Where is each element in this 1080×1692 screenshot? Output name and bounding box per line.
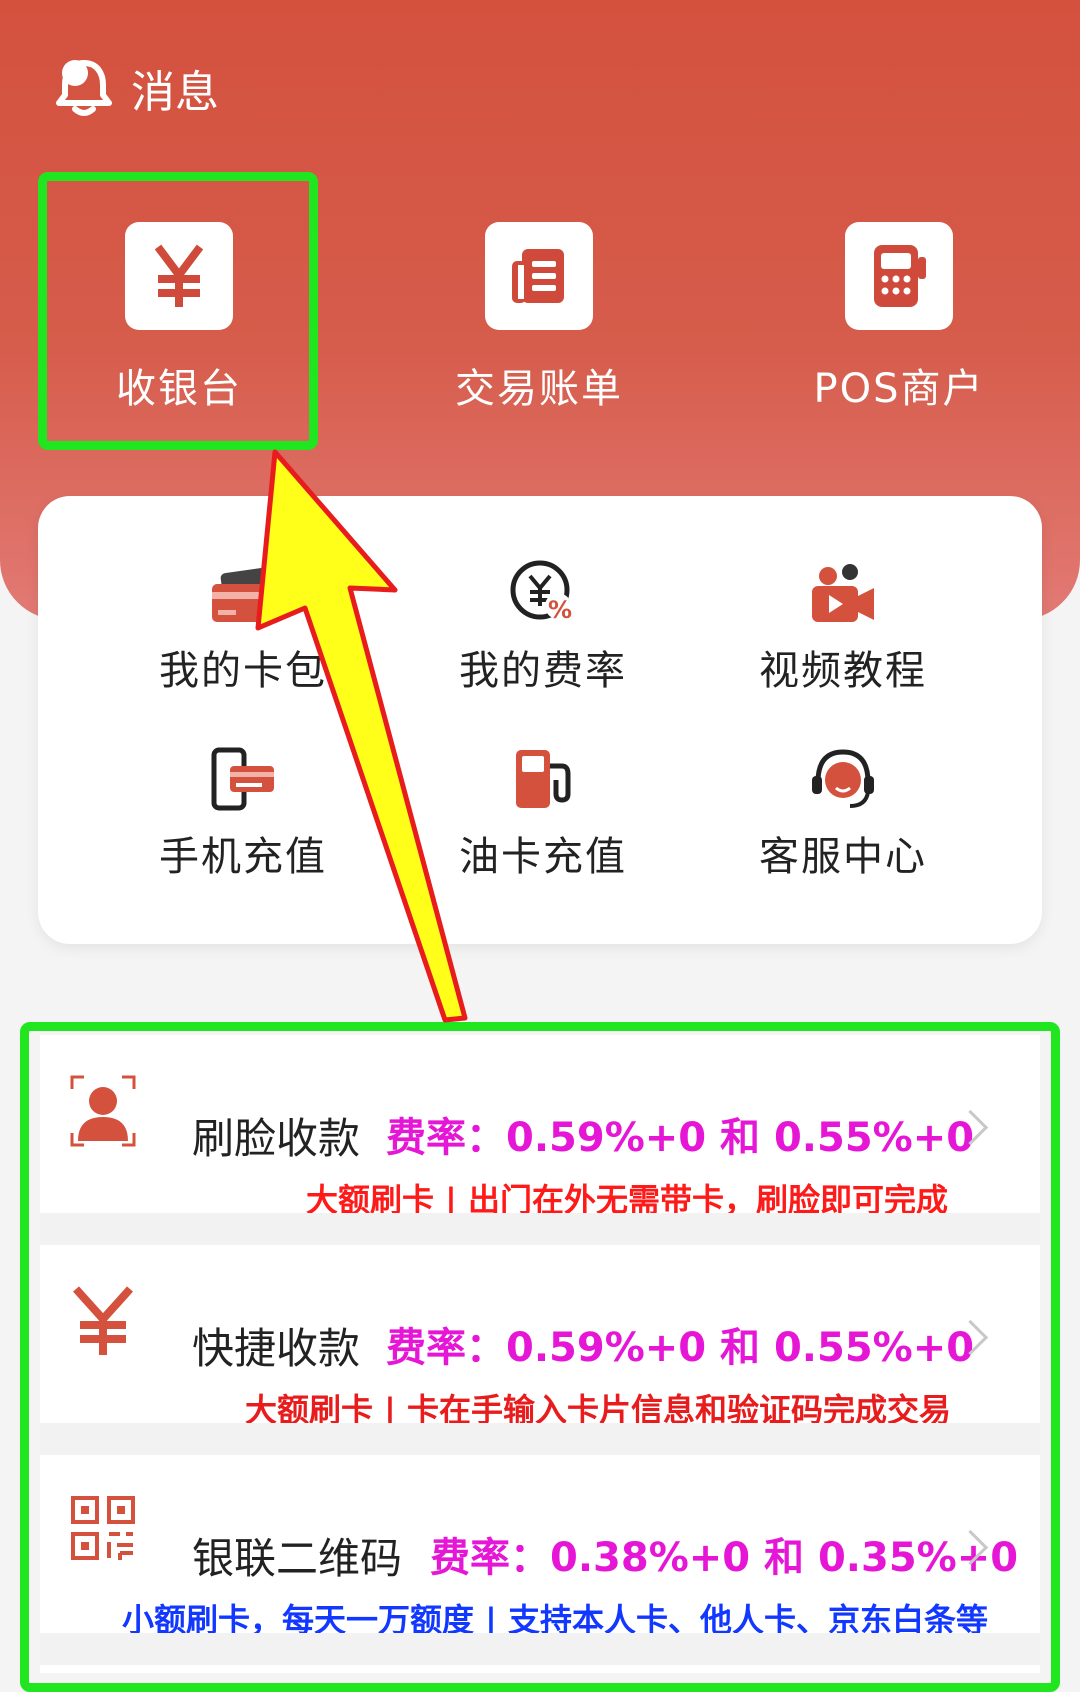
annotation-arrow [255, 449, 468, 1023]
